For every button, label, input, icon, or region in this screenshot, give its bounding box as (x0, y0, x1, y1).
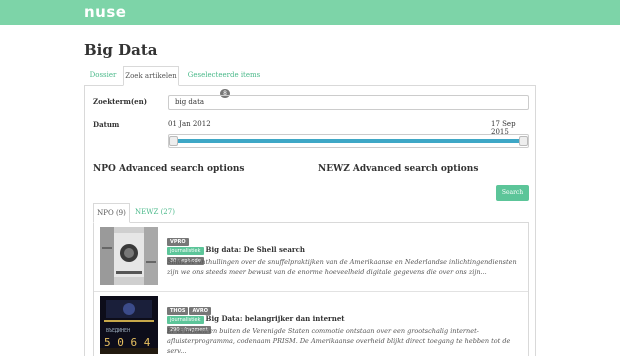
results-list: VPRO journalistiek Big data: De Shell sea… (93, 222, 529, 356)
result-description: Er is binnen en buiten de Verenigde Stat… (167, 327, 511, 355)
documentary-thumbnail[interactable] (100, 227, 158, 285)
tab-label: Geselecteerde items (187, 71, 261, 79)
tab-label: Dossier (89, 71, 117, 79)
search-input[interactable]: big data (168, 95, 529, 110)
slider-start-handle[interactable] (169, 136, 178, 146)
svg-text:5 0 6 4: 5 0 6 4 (104, 336, 151, 349)
digital-numbers-thumbnail[interactable]: ВЪЕДИНЕН 5 0 6 4 (100, 296, 158, 354)
date-label: Datum (93, 120, 120, 129)
svg-text:ВЪЕДИНЕН: ВЪЕДИНЕН (106, 328, 130, 334)
search-panel: Zoekterm(en) big data Datum 01 Jan 2012 … (84, 85, 536, 356)
tab-label: NPO (9) (97, 209, 126, 217)
search-term-label: Zoekterm(en) (93, 97, 148, 106)
tab-label: NEWZ (27) (135, 208, 175, 216)
top-bar: nuse (0, 0, 620, 25)
slider-end-handle[interactable] (519, 136, 528, 146)
tab-dossier[interactable]: Dossier (84, 66, 122, 86)
list-item[interactable]: VPRO journalistiek Big data: De Shell sea… (94, 223, 528, 291)
tab-zoek-artikelen[interactable]: Zoek artikelen (123, 66, 179, 86)
result-title[interactable]: Big Data: belangrijker dan internet (206, 314, 345, 323)
newz-advanced-options[interactable]: NEWZ Advanced search options (318, 164, 478, 174)
page-title: Big Data (84, 41, 158, 59)
tab-newz[interactable]: NEWZ (27) (133, 203, 177, 223)
date-start: 01 Jan 2012 (168, 120, 211, 128)
tab-label: Zoek artikelen (125, 72, 177, 80)
result-description: Sinds de onthullingen over de snuffelpra… (167, 258, 517, 276)
result-title[interactable]: Big data: De Shell search (206, 245, 305, 254)
tab-geselecteerde-items[interactable]: Geselecteerde items8 (183, 66, 265, 98)
date-range-slider[interactable] (168, 134, 529, 148)
list-item[interactable]: ВЪЕДИНЕН 5 0 6 4 THOS AVRO journalistiek B… (94, 292, 528, 356)
npo-advanced-options[interactable]: NPO Advanced search options (93, 164, 245, 174)
logo[interactable]: nuse (84, 3, 126, 21)
search-button[interactable]: Search (496, 185, 529, 201)
tab-npo[interactable]: NPO (9) (93, 203, 130, 223)
slider-range-fill (177, 139, 520, 143)
